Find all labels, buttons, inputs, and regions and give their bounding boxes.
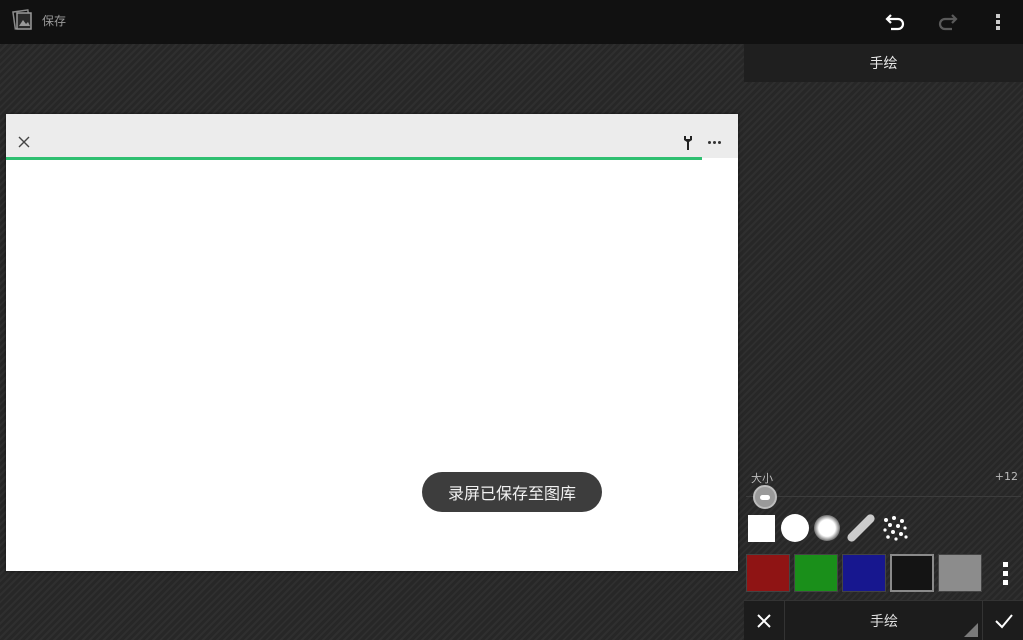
canvas-tools-button[interactable] [680, 134, 696, 152]
canvas-close-button[interactable] [16, 134, 32, 150]
page-load-progress [6, 157, 702, 160]
canvas-more-button[interactable] [704, 134, 724, 150]
size-slider-thumb[interactable] [753, 485, 777, 509]
more-horizontal-icon [707, 140, 711, 144]
confirm-button[interactable] [984, 601, 1023, 640]
mode-label: 手绘 [870, 614, 898, 630]
save-label[interactable]: 保存 [42, 12, 66, 29]
size-label: 大小 [751, 472, 773, 485]
soft-brush-icon [814, 515, 840, 541]
bottom-bar: 手绘 [744, 600, 1023, 640]
brush-spray-button[interactable] [880, 513, 910, 543]
close-icon [757, 614, 771, 628]
size-slider-track[interactable] [746, 496, 1021, 497]
color-swatch-red[interactable] [746, 554, 790, 592]
more-vertical-icon [996, 14, 1000, 30]
more-vertical-icon [1002, 561, 1008, 567]
brush-circle-button[interactable] [780, 513, 810, 543]
square-brush-icon [747, 514, 775, 542]
brush-stroke-button[interactable] [846, 513, 876, 543]
color-swatch-blue[interactable] [842, 554, 886, 592]
gallery-icon[interactable] [12, 8, 34, 32]
canvas-toolbar [6, 114, 738, 160]
redo-button[interactable] [931, 6, 963, 38]
undo-icon [885, 14, 905, 31]
spray-brush-icon [883, 516, 908, 541]
panel-title: 手绘 [744, 44, 1023, 82]
brush-soft-button[interactable] [812, 513, 842, 543]
size-value: +12 [994, 470, 1018, 483]
color-swatch-gray[interactable] [938, 554, 982, 592]
top-action-bar: 保存 [0, 0, 1023, 44]
wrench-icon [684, 136, 692, 150]
overflow-menu-button[interactable] [982, 6, 1014, 38]
brush-square-button[interactable] [746, 513, 776, 543]
check-icon [994, 614, 1013, 629]
circle-brush-icon [781, 514, 809, 542]
toast-message: 录屏已保存至图库 [422, 472, 602, 512]
mode-select[interactable]: 手绘 [786, 601, 983, 640]
stroke-brush-icon [847, 514, 875, 542]
undo-button[interactable] [880, 6, 912, 38]
redo-icon [938, 14, 958, 31]
canvas-window[interactable] [6, 114, 738, 571]
palette-more-button[interactable] [990, 554, 1020, 592]
color-swatch-green[interactable] [794, 554, 838, 592]
dropdown-corner-icon [964, 623, 978, 637]
cancel-button[interactable] [744, 601, 785, 640]
color-swatch-black[interactable] [890, 554, 934, 592]
close-icon [18, 136, 30, 148]
